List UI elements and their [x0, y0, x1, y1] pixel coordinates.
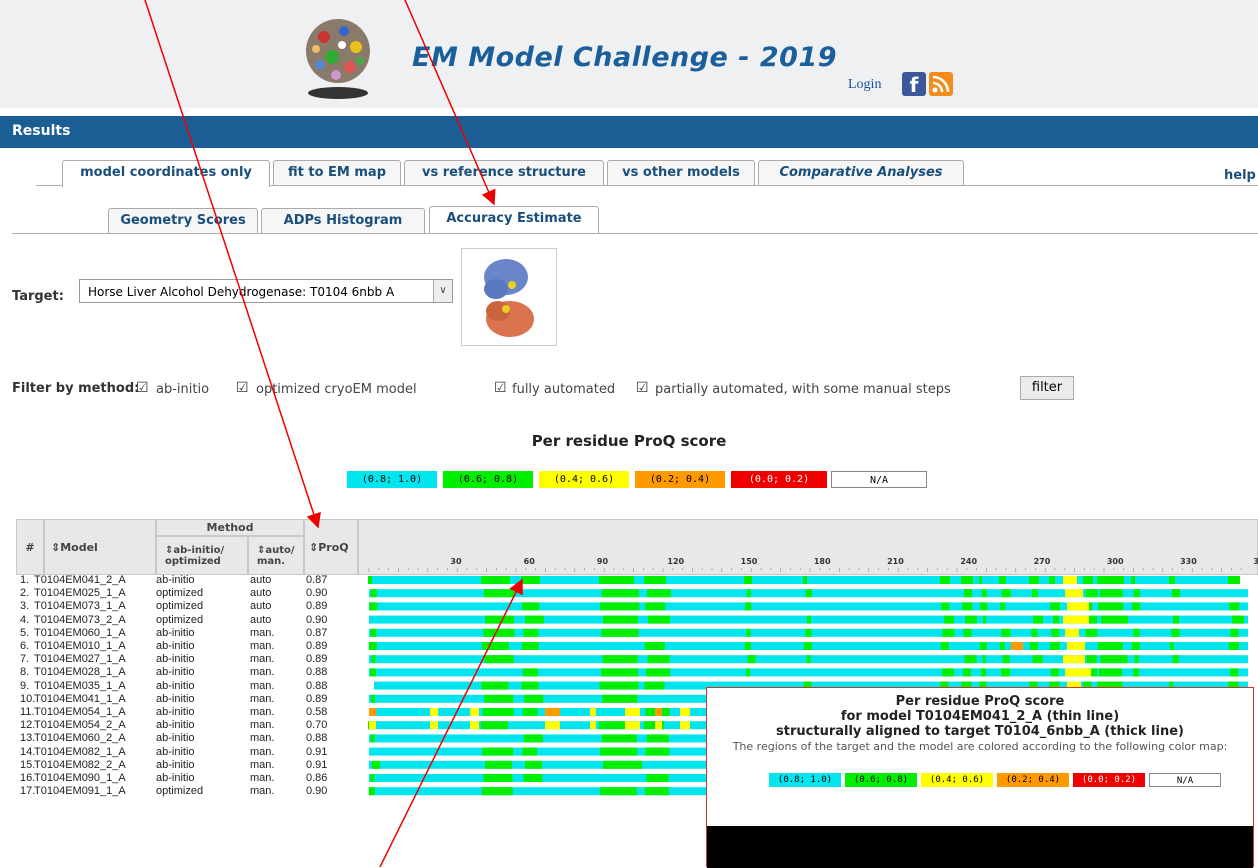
proq-bar-row [369, 615, 1248, 624]
popup-legend-0.2-0.4: (0.2; 0.4) [997, 773, 1069, 787]
popup-legend-0.0-0.2: (0.0; 0.2) [1073, 773, 1145, 787]
proq-bar-row [368, 576, 1240, 584]
proq-bar-row [369, 602, 1248, 611]
popup-target-line: structurally aligned to target T0104_6nb… [776, 724, 1184, 739]
proq-bar-row [369, 655, 1248, 664]
popup-description: The regions of the target and the model … [732, 740, 1228, 753]
popup-legend-0.6-0.8: (0.6; 0.8) [845, 773, 917, 787]
popup-plot-area [707, 826, 1253, 868]
proq-bar-row [368, 642, 1248, 650]
popup-legend-0.4-0.6: (0.4; 0.6) [921, 773, 993, 787]
popup-model-line: for model T0104EM041_2_A (thin line) [840, 709, 1120, 724]
popup-legend-0.8-1.0: (0.8; 1.0) [769, 773, 841, 787]
proq-bar-row [369, 589, 1248, 598]
popup-title: Per residue ProQ score [895, 694, 1065, 709]
popup-legend-na: N/A [1149, 773, 1221, 787]
model-detail-popup: Per residue ProQ score for model T0104EM… [706, 687, 1254, 868]
proq-bar-row [369, 668, 1248, 677]
proq-bar-row [369, 628, 1248, 637]
